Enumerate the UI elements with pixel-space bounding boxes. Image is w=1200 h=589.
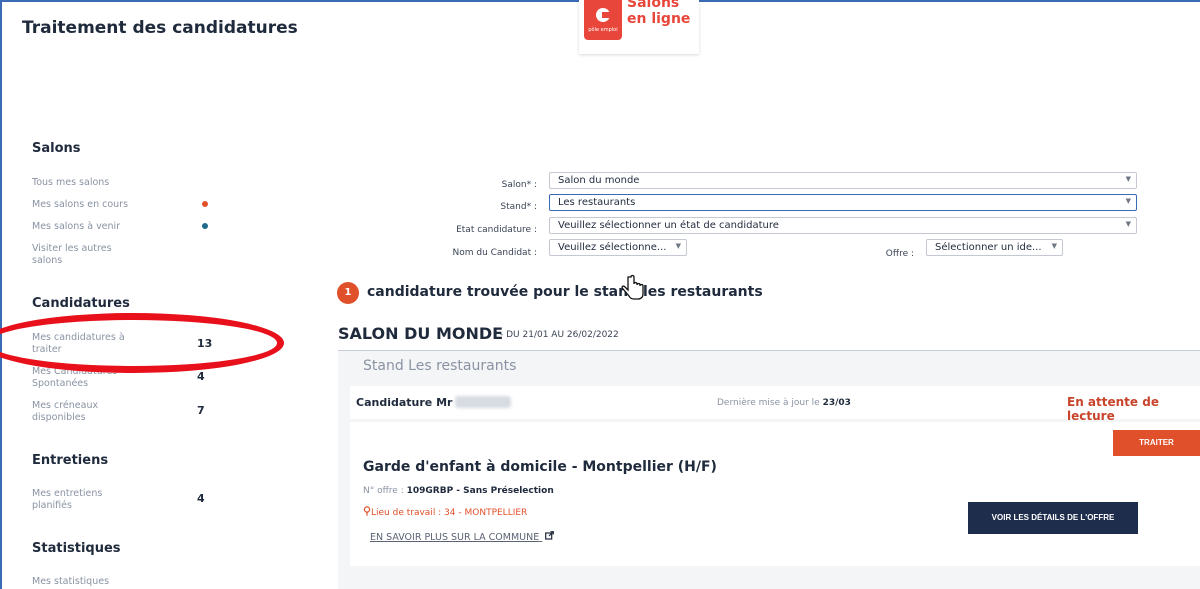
- chevron-down-icon: ▼: [675, 242, 681, 250]
- blurred-candidate-name: [455, 396, 511, 408]
- offre-select[interactable]: Sélectionner un ide... ▼: [926, 239, 1063, 256]
- last-update-label: Dernière mise à jour le: [717, 398, 820, 408]
- current-salons-dot-icon: [202, 201, 208, 207]
- sidebar-item-planned-interviews[interactable]: Mes entretiens planifiés: [32, 488, 122, 512]
- last-update: Dernière mise à jour le 23/03: [717, 398, 851, 408]
- slots-count: 7: [197, 404, 205, 417]
- sidebar-heading-salons: Salons: [32, 141, 81, 156]
- logo-line1: Salons: [627, 0, 680, 11]
- stand-select-value: Les restaurants: [558, 197, 636, 208]
- status-badge: En attente de lecture: [1067, 395, 1159, 423]
- upcoming-salons-dot-icon: [202, 223, 208, 229]
- sidebar-heading-statistiques: Statistiques: [32, 541, 121, 556]
- salon-name: SALON DU MONDE: [338, 324, 504, 343]
- sidebar-item-all-salons[interactable]: Tous mes salons: [32, 177, 142, 189]
- sidebar-item-statistics[interactable]: Mes statistiques: [32, 576, 142, 588]
- logo-text: Salons en ligne: [627, 0, 690, 27]
- last-update-date: 23/03: [822, 398, 851, 408]
- sidebar-heading-candidatures: Candidatures: [32, 296, 130, 311]
- offre-filter-label: Offre :: [885, 249, 914, 259]
- offer-number-label: N° offre :: [363, 486, 404, 496]
- candidate-name-select[interactable]: Veuillez sélectionne... ▼: [549, 239, 687, 256]
- salon-dates: - DU 21/01 AU 26/02/2022: [500, 330, 619, 340]
- salon-filter-label: Salon* :: [501, 180, 537, 190]
- chevron-down-icon: ▼: [1125, 220, 1131, 228]
- salon-select[interactable]: Salon du monde ▼: [549, 172, 1137, 189]
- spontaneous-count: 4: [197, 370, 205, 383]
- sidebar-item-other-salons[interactable]: Visiter les autres salons: [32, 243, 122, 267]
- offer-number-value: 109GRBP - Sans Préselection: [406, 486, 554, 496]
- logo-badge-text: pôle emploi: [588, 27, 618, 33]
- etat-filter-label: Etat candidature :: [456, 225, 537, 235]
- offer-title: Garde d'enfant à domicile - Montpellier …: [363, 459, 717, 475]
- offer-location-text: Lieu de travail : 34 - MONTPELLIER: [371, 508, 528, 518]
- treat-button[interactable]: TRAITER: [1113, 430, 1200, 456]
- sidebar-item-upcoming-salons[interactable]: Mes salons à venir: [32, 221, 142, 233]
- results-summary: candidature trouvée pour le stand les re…: [367, 284, 763, 300]
- etat-select[interactable]: Veuillez sélectionner un état de candida…: [549, 217, 1137, 234]
- sidebar-heading-entretiens: Entretiens: [32, 453, 109, 468]
- offer-number: N° offre : 109GRBP - Sans Préselection: [363, 486, 554, 496]
- pole-emploi-icon: [596, 8, 610, 22]
- chevron-down-icon: ▼: [1051, 242, 1057, 250]
- candidate-name-select-value: Veuillez sélectionne...: [558, 242, 667, 253]
- external-link-icon: [545, 531, 555, 540]
- chevron-down-icon: ▼: [1125, 197, 1131, 205]
- salons-en-ligne-logo[interactable]: pôle emploi Salons en ligne: [579, 0, 699, 54]
- offer-location: Lieu de travail : 34 - MONTPELLIER: [363, 506, 527, 518]
- hand-cursor-icon: [621, 274, 644, 300]
- stand-title: Stand Les restaurants: [363, 358, 517, 374]
- page-title: Traitement des candidatures: [22, 18, 298, 38]
- candidate-name: Candidature Mr: [356, 396, 453, 409]
- logo-line2: en ligne: [627, 11, 691, 27]
- stand-filter-label: Stand* :: [500, 202, 537, 212]
- nom-filter-label: Nom du Candidat :: [452, 248, 537, 258]
- stand-select[interactable]: Les restaurants ▼: [549, 194, 1137, 211]
- commune-info-link-text: EN SAVOIR PLUS SUR LA COMMUNE: [370, 532, 540, 543]
- planned-interviews-count: 4: [197, 492, 205, 505]
- offre-select-value: Sélectionner un ide...: [935, 242, 1042, 253]
- pole-emploi-badge: pôle emploi: [584, 0, 622, 40]
- view-offer-details-button[interactable]: VOIR LES DÉTAILS DE L'OFFRE: [968, 502, 1138, 534]
- commune-info-link[interactable]: EN SAVOIR PLUS SUR LA COMMUNE: [370, 531, 555, 543]
- etat-select-value: Veuillez sélectionner un état de candida…: [558, 220, 779, 231]
- sidebar-item-slots[interactable]: Mes créneaux disponibles: [32, 400, 122, 424]
- chevron-down-icon: ▼: [1125, 175, 1131, 183]
- results-count-badge: 1: [337, 282, 359, 304]
- sidebar-item-current-salons[interactable]: Mes salons en cours: [32, 199, 142, 211]
- salon-select-value: Salon du monde: [558, 175, 640, 186]
- location-pin-icon: [363, 506, 371, 516]
